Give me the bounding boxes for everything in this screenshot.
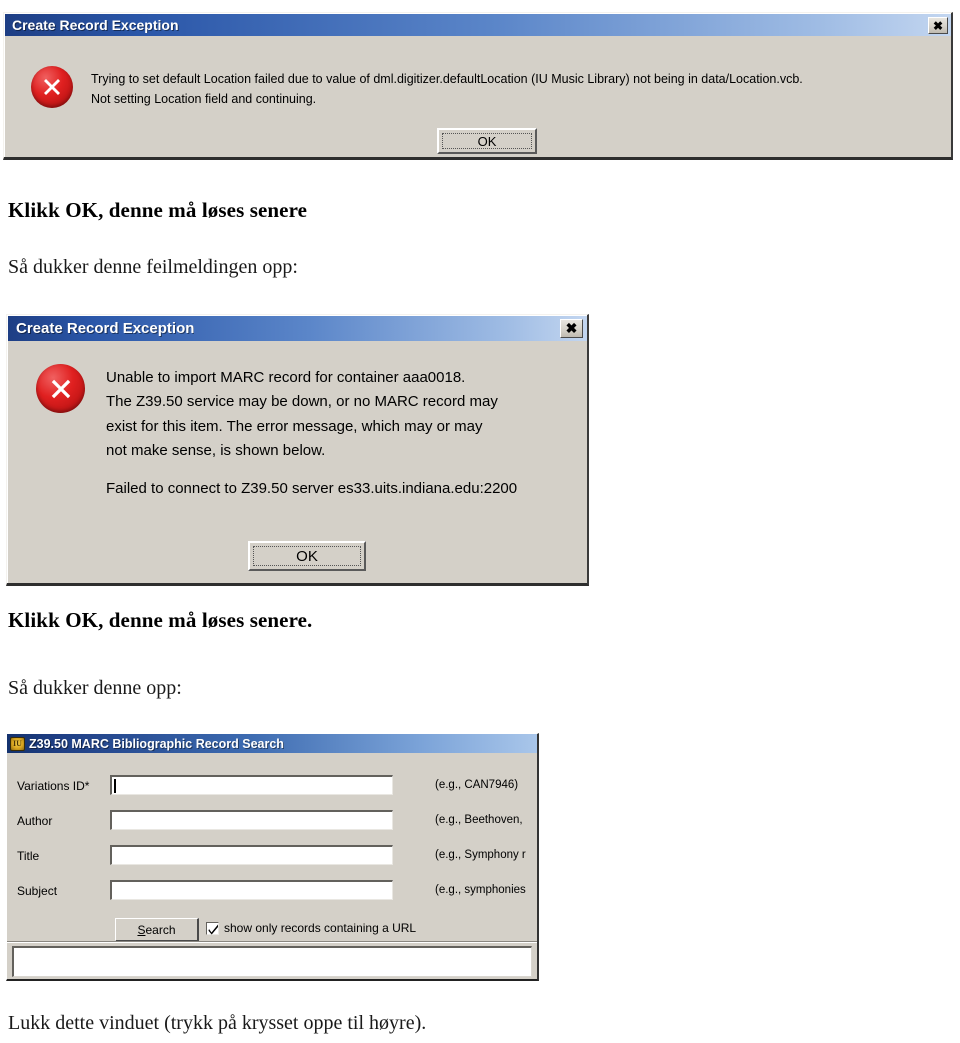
dialog-2-message-line-2: exist for this item. The error message, … xyxy=(106,417,483,435)
dialog-2-titlebar[interactable]: Create Record Exception xyxy=(8,316,587,341)
dialog-2-message-line-3: not make sense, is shown below. xyxy=(106,441,326,459)
dialog-2-message-line-1: The Z39.50 service may be down, or no MA… xyxy=(106,393,498,411)
author-input[interactable] xyxy=(110,810,393,830)
instruction-text-5: Lukk dette vinduet (trykk på krysset opp… xyxy=(8,1012,427,1034)
variations-id-hint: (e.g., CAN7946) xyxy=(435,779,519,791)
checkbox-label: show only records containing a URL xyxy=(224,921,417,935)
ok-button[interactable]: OK xyxy=(437,128,537,154)
search-window-title: Z39.50 MARC Bibliographic Record Search xyxy=(29,736,284,751)
dialog-1-message: Trying to set default Location failed du… xyxy=(91,69,803,110)
iu-crest-icon: IU xyxy=(10,736,25,751)
create-record-exception-dialog-1: Create Record Exception ✖ Trying to set … xyxy=(3,12,953,160)
dialog-2-message-line-0: Unable to import MARC record for contain… xyxy=(106,369,466,386)
instruction-text-3: Klikk OK, denne må løses senere. xyxy=(8,608,313,632)
search-button-label: earch xyxy=(145,922,176,937)
close-icon[interactable]: ✖ xyxy=(560,319,583,338)
variations-id-input[interactable] xyxy=(110,775,393,795)
search-window-titlebar[interactable]: IU Z39.50 MARC Bibliographic Record Sear… xyxy=(7,734,537,753)
subject-input[interactable] xyxy=(110,880,393,900)
form-row-subject: Subject (e.g., symphonies xyxy=(7,880,537,904)
z3950-search-window: IU Z39.50 MARC Bibliographic Record Sear… xyxy=(6,733,539,981)
form-row-variations-id: Variations ID* (e.g., CAN7946) xyxy=(7,775,537,799)
subject-hint: (e.g., symphonies xyxy=(435,884,526,896)
dialog-1-title: Create Record Exception xyxy=(12,17,179,33)
panel-divider xyxy=(7,941,537,943)
instruction-text-2: Så dukker denne feilmeldingen opp: xyxy=(8,256,298,278)
instruction-text-4: Så dukker denne opp: xyxy=(8,677,182,699)
create-record-exception-dialog-2: Create Record Exception ✖ Unable to impo… xyxy=(6,314,589,586)
title-label: Title xyxy=(17,849,40,863)
dialog-2-detail-line: Failed to connect to Z39.50 server es33.… xyxy=(106,479,518,497)
ok-button-label: OK xyxy=(253,546,361,566)
author-label: Author xyxy=(17,814,53,828)
search-button[interactable]: Search xyxy=(115,918,199,942)
form-row-actions: Search show only records containing a UR… xyxy=(7,918,537,942)
instruction-text-1: Klikk OK, denne må løses senere xyxy=(8,198,308,222)
dialog-2-body: Create Record Exception ✖ Unable to impo… xyxy=(7,315,587,583)
title-input[interactable] xyxy=(110,845,393,865)
subject-label: Subject xyxy=(17,884,58,898)
results-panel[interactable] xyxy=(12,946,532,977)
error-x-icon xyxy=(31,66,73,108)
dialog-1-message-line-1: Not setting Location field and continuin… xyxy=(91,92,317,107)
search-form: Variations ID* (e.g., CAN7946) Author (e… xyxy=(7,753,537,942)
search-button-mnemonic: S xyxy=(137,922,146,937)
ok-button[interactable]: OK xyxy=(248,541,366,571)
dialog-2-message: Unable to import MARC record for contain… xyxy=(106,366,517,501)
url-only-checkbox[interactable]: show only records containing a URL xyxy=(206,921,416,935)
close-icon[interactable]: ✖ xyxy=(928,17,948,34)
text-caret xyxy=(114,779,116,793)
ok-button-label: OK xyxy=(442,133,532,149)
dialog-1-titlebar[interactable]: Create Record Exception xyxy=(5,14,951,36)
form-row-title: Title (e.g., Symphony r xyxy=(7,845,537,869)
dialog-1-message-line-0: Trying to set default Location failed du… xyxy=(91,72,803,86)
dialog-2-title: Create Record Exception xyxy=(16,320,195,337)
checkbox-box[interactable] xyxy=(206,921,219,935)
variations-id-label: Variations ID* xyxy=(17,779,90,793)
dialog-1-body: Create Record Exception ✖ Trying to set … xyxy=(4,13,951,157)
form-row-author: Author (e.g., Beethoven, xyxy=(7,810,537,834)
title-hint: (e.g., Symphony r xyxy=(435,849,526,861)
error-x-icon xyxy=(36,364,85,413)
author-hint: (e.g., Beethoven, xyxy=(435,814,523,826)
